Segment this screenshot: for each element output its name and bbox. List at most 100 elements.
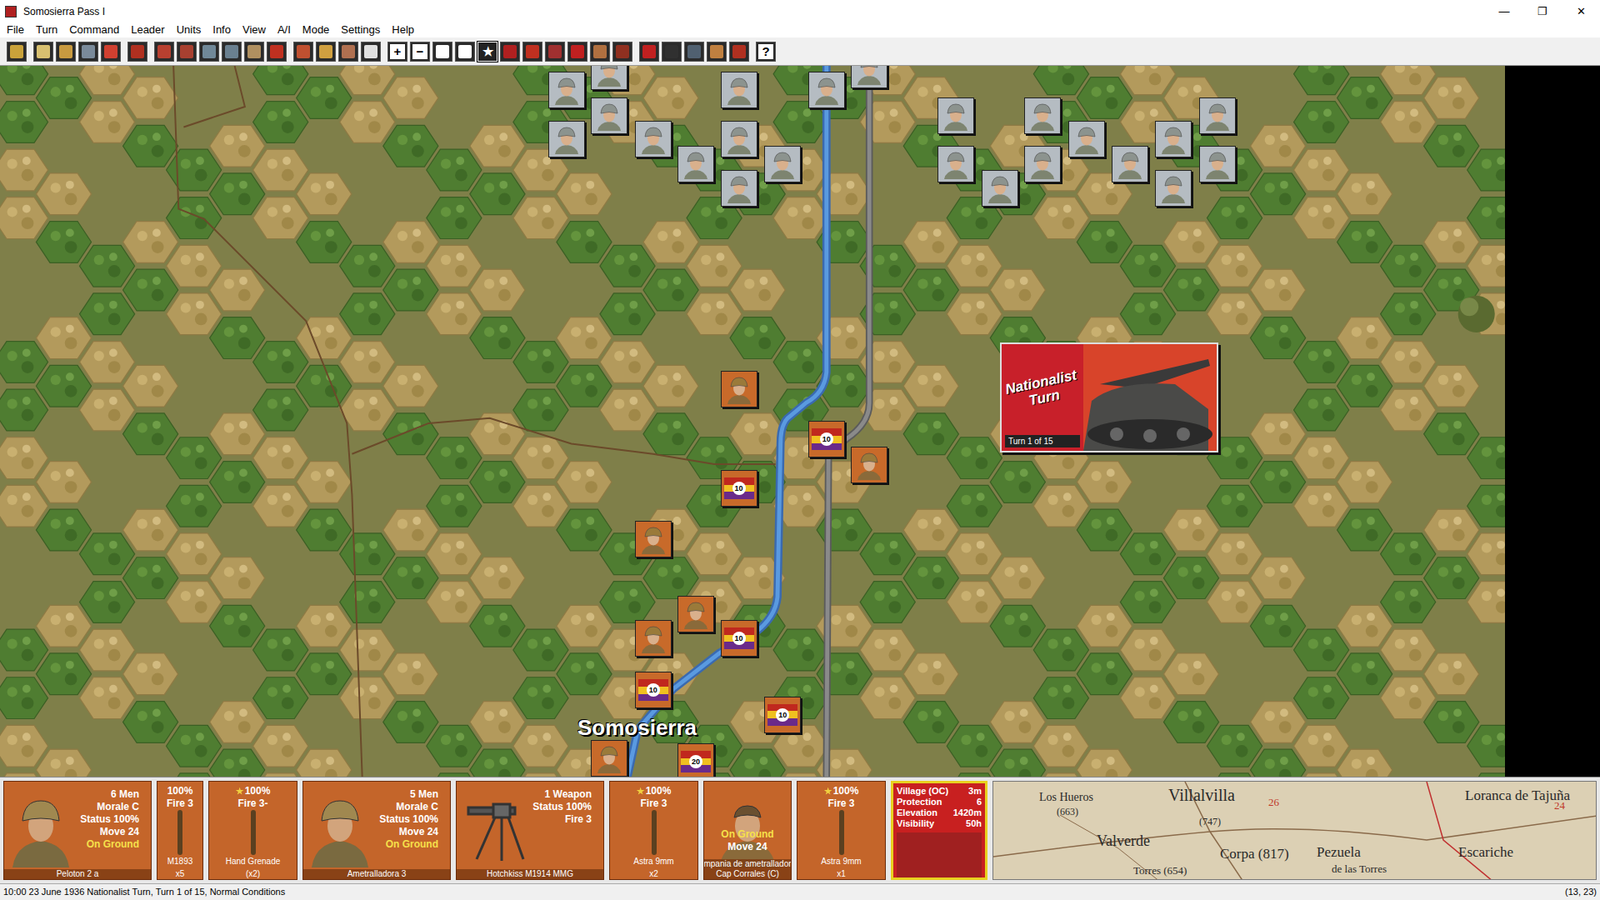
- toolbar-button[interactable]: [545, 41, 565, 62]
- menu-item[interactable]: Leader: [130, 21, 165, 39]
- unit-counter[interactable]: 10: [720, 470, 758, 507]
- unit-counter[interactable]: [720, 120, 758, 158]
- weapon-card[interactable]: 100%Fire 3Astra 9mmx1: [796, 780, 886, 880]
- unit-counter[interactable]: 20: [677, 743, 715, 777]
- toolbar-button[interactable]: [6, 41, 27, 62]
- window-control[interactable]: ✕: [1561, 3, 1600, 20]
- toolbar-button[interactable]: [500, 41, 520, 62]
- toolbar-button[interactable]: [176, 41, 197, 62]
- unit-counter[interactable]: [1199, 97, 1236, 135]
- unit-counter[interactable]: [850, 446, 888, 484]
- weapon-count: x5: [175, 867, 185, 882]
- unit-counter[interactable]: [1024, 97, 1061, 135]
- weapon-card[interactable]: 100%Fire 3M1893x5: [156, 780, 204, 880]
- toolbar-button[interactable]: [315, 41, 336, 62]
- unit-counter[interactable]: [720, 370, 758, 408]
- weapon-fire: Fire 3: [640, 797, 667, 810]
- toolbar-icon: [687, 45, 701, 59]
- toolbar-button[interactable]: [266, 41, 287, 62]
- unit-counter[interactable]: [808, 71, 845, 109]
- toolbar-button[interactable]: [360, 41, 381, 62]
- toolbar-button[interactable]: [432, 41, 453, 62]
- menu-item[interactable]: Turn: [35, 21, 58, 39]
- toolbar-button[interactable]: [612, 41, 633, 62]
- toolbar-button[interactable]: [100, 41, 121, 62]
- unit-counter[interactable]: [764, 145, 801, 183]
- unit-counter[interactable]: [590, 97, 628, 135]
- leader-card[interactable]: On GroundMove 24mpania de ametralladorCa…: [703, 780, 792, 880]
- toolbar-button[interactable]: +: [387, 41, 408, 62]
- toolbar-button[interactable]: [127, 41, 148, 62]
- unit-counter[interactable]: [850, 65, 888, 89]
- unit-counter[interactable]: [590, 65, 628, 90]
- toolbar-button[interactable]: [154, 41, 175, 62]
- menu-item[interactable]: Help: [391, 21, 415, 39]
- unit-counter[interactable]: 10: [808, 420, 845, 458]
- toolbar-button[interactable]: [221, 41, 242, 62]
- toolbar-button[interactable]: [567, 41, 588, 62]
- toolbar-button[interactable]: [199, 41, 220, 62]
- toolbar-button[interactable]: [706, 41, 727, 62]
- window-control[interactable]: —: [1485, 3, 1524, 20]
- window-control[interactable]: ❐: [1523, 3, 1562, 20]
- unit-counter[interactable]: [1155, 120, 1192, 158]
- unit-counter[interactable]: [677, 145, 715, 183]
- menu-item[interactable]: Units: [176, 21, 202, 39]
- unit-counter[interactable]: [1111, 145, 1149, 183]
- toolbar-button[interactable]: [455, 41, 475, 62]
- menu-item[interactable]: A/I: [277, 21, 291, 39]
- weapon-icon: [250, 810, 256, 855]
- unit-counter[interactable]: [1155, 170, 1192, 207]
- unit-counter[interactable]: [590, 740, 628, 777]
- toolbar-button[interactable]: [684, 41, 705, 62]
- minimap[interactable]: Los Hueros(663)Villalvilla(747)ValverdeC…: [992, 780, 1597, 880]
- unit-counter[interactable]: [1199, 145, 1236, 183]
- menu-item[interactable]: File: [6, 21, 25, 39]
- gun-card[interactable]: 1 WeaponStatus 100%Fire 3Hotchkiss M1914…: [455, 780, 605, 880]
- unit-counter[interactable]: [677, 595, 715, 633]
- toolbar-button[interactable]: [244, 41, 265, 62]
- toolbar-button[interactable]: ★: [477, 41, 498, 62]
- unit-counter[interactable]: [1068, 120, 1105, 158]
- toolbar-button[interactable]: [639, 41, 660, 62]
- toolbar-button[interactable]: −: [410, 41, 430, 62]
- menu-item[interactable]: Command: [69, 21, 120, 39]
- toolbar-button[interactable]: [522, 41, 543, 62]
- toolbar-button[interactable]: [55, 41, 76, 62]
- unit-counter[interactable]: [635, 120, 672, 158]
- unit-counter[interactable]: [937, 145, 975, 183]
- flag-icon: 10: [724, 627, 755, 650]
- unit-counter[interactable]: [548, 120, 585, 158]
- unit-card[interactable]: 5 MenMorale CStatus 100%Move 24On Ground…: [302, 780, 451, 880]
- toolbar-button[interactable]: [78, 41, 99, 62]
- unit-counter[interactable]: [548, 71, 585, 109]
- unit-counter[interactable]: [720, 71, 758, 109]
- toolbar-button[interactable]: [338, 41, 359, 62]
- unit-counter[interactable]: 10: [764, 696, 801, 734]
- terrain-card[interactable]: Village (OC)3mProtection6Elevation1420mV…: [890, 780, 988, 880]
- unit-counter[interactable]: [981, 170, 1019, 207]
- toolbar-button[interactable]: [293, 41, 314, 62]
- toolbar-button[interactable]: [33, 41, 54, 62]
- menu-item[interactable]: Info: [212, 21, 231, 39]
- toolbar-button[interactable]: [590, 41, 610, 62]
- toolbar-icon: [157, 45, 171, 59]
- unit-counter[interactable]: [635, 520, 672, 558]
- menu-item[interactable]: View: [242, 21, 266, 39]
- unit-counter[interactable]: [1024, 145, 1061, 183]
- toolbar-button[interactable]: [729, 41, 750, 62]
- unit-card[interactable]: 6 MenMorale CStatus 100%Move 24On Ground…: [3, 780, 152, 880]
- toolbar-button[interactable]: ?: [755, 41, 776, 62]
- weapon-card[interactable]: 100%Fire 3Astra 9mmx2: [609, 780, 699, 880]
- unit-counter[interactable]: [635, 620, 672, 657]
- toolbar-button[interactable]: [661, 41, 682, 62]
- unit-counter[interactable]: 10: [720, 620, 758, 657]
- menu-item[interactable]: Mode: [302, 21, 330, 39]
- toolbar-icon: [36, 45, 50, 59]
- menu-item[interactable]: Settings: [340, 21, 380, 39]
- unit-counter[interactable]: [720, 170, 758, 207]
- weapon-card[interactable]: 100%Fire 3-Hand Grenade(x2): [208, 780, 298, 880]
- unit-counter[interactable]: [937, 97, 975, 135]
- unit-counter[interactable]: 10: [635, 671, 672, 709]
- game-map[interactable]: 101010101020SomosierraNationalistTurnTur…: [0, 65, 1505, 777]
